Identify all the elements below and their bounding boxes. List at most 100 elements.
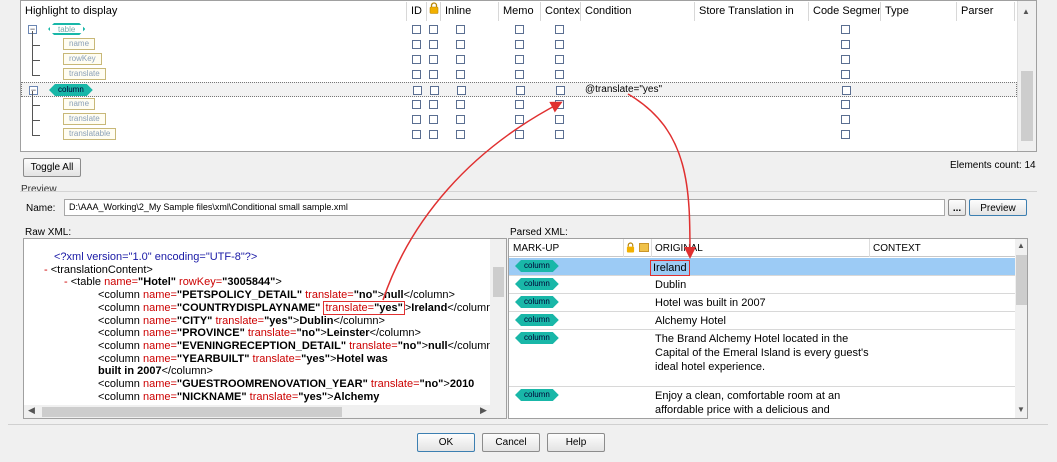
inline-checkbox[interactable] (456, 130, 465, 139)
context-checkbox[interactable] (555, 115, 564, 124)
code-segment-checkbox[interactable] (842, 86, 851, 95)
grid-row[interactable]: translatable (21, 121, 1017, 142)
grid-row[interactable]: − table (21, 22, 1017, 37)
scroll-left-arrow-icon[interactable]: ◀ (28, 405, 35, 416)
inline-checkbox[interactable] (456, 55, 465, 64)
id-checkbox[interactable] (412, 70, 421, 79)
column-header-memo[interactable]: Memo (499, 2, 541, 21)
help-button[interactable]: Help (547, 433, 605, 452)
column-header-condition[interactable]: Condition (581, 2, 695, 21)
grid-row[interactable]: name (21, 31, 1017, 52)
scroll-up-arrow-icon[interactable]: ▲ (1017, 241, 1025, 250)
cancel-button[interactable]: Cancel (482, 433, 540, 452)
parsed-row[interactable]: column The Brand Alchemy Hotel located in… (509, 330, 1015, 387)
raw-xml-hscroll-thumb[interactable] (42, 407, 342, 417)
code-segment-checkbox[interactable] (841, 115, 850, 124)
column-header-context[interactable]: Context (541, 2, 581, 21)
collapse-toggle-icon[interactable]: − (29, 86, 38, 95)
column-header-code-segment[interactable]: Code Segment (809, 2, 881, 21)
grid-scrollbar[interactable]: ▲ (1017, 1, 1036, 151)
raw-xml-panel[interactable]: <?xml version="1.0" encoding="UTF-8"?> - … (23, 238, 507, 419)
lock-checkbox[interactable] (429, 100, 438, 109)
lock-checkbox[interactable] (429, 70, 438, 79)
column-header-parser[interactable]: Parser (957, 2, 1015, 21)
parsed-row[interactable]: column Alchemy Hotel (509, 312, 1015, 330)
memo-checkbox[interactable] (515, 130, 524, 139)
code-segment-checkbox[interactable] (841, 55, 850, 64)
memo-checkbox[interactable] (516, 86, 525, 95)
parsed-row[interactable]: column Dublin (509, 276, 1015, 294)
memo-checkbox[interactable] (515, 100, 524, 109)
lock-checkbox[interactable] (429, 40, 438, 49)
column-header-lock[interactable] (427, 2, 441, 21)
column-header-markup[interactable]: MARK-UP (513, 243, 559, 254)
grid-row[interactable]: translate (21, 106, 1017, 127)
context-checkbox[interactable] (556, 86, 565, 95)
raw-xml-vscrollbar[interactable] (490, 239, 506, 405)
condition-cell[interactable]: @translate="yes" (585, 84, 662, 95)
column-header-highlight[interactable]: Highlight to display (21, 2, 407, 21)
memo-checkbox[interactable] (515, 40, 524, 49)
column-header-type[interactable]: Type (881, 2, 957, 21)
grid-row[interactable]: − column @translate="yes" (21, 82, 1017, 97)
code-segment-checkbox[interactable] (841, 25, 850, 34)
column-header-inline[interactable]: Inline (441, 2, 499, 21)
browse-button[interactable]: ... (948, 199, 966, 216)
toggle-all-button[interactable]: Toggle All (23, 158, 81, 177)
id-checkbox[interactable] (412, 115, 421, 124)
parsed-xml-panel[interactable]: MARK-UP ORIGINAL CONTEXT column Ireland co… (508, 238, 1028, 419)
scrollbar-thumb[interactable] (1021, 71, 1033, 141)
scroll-right-arrow-icon[interactable]: ▶ (480, 405, 487, 416)
id-checkbox[interactable] (412, 25, 421, 34)
column-header-store-translation[interactable]: Store Translation in (695, 2, 809, 21)
id-checkbox[interactable] (412, 130, 421, 139)
id-checkbox[interactable] (412, 55, 421, 64)
memo-checkbox[interactable] (515, 25, 524, 34)
lock-checkbox[interactable] (429, 55, 438, 64)
context-checkbox[interactable] (555, 130, 564, 139)
code-segment-checkbox[interactable] (841, 40, 850, 49)
memo-checkbox[interactable] (515, 115, 524, 124)
lock-checkbox[interactable] (429, 25, 438, 34)
lock-checkbox[interactable] (429, 130, 438, 139)
preview-button[interactable]: Preview (969, 199, 1027, 216)
grid-row[interactable]: rowKey (21, 46, 1017, 67)
inline-checkbox[interactable] (457, 86, 466, 95)
code-segment-checkbox[interactable] (841, 130, 850, 139)
context-checkbox[interactable] (555, 100, 564, 109)
memo-checkbox[interactable] (515, 70, 524, 79)
code-segment-checkbox[interactable] (841, 100, 850, 109)
lock-checkbox[interactable] (429, 115, 438, 124)
context-checkbox[interactable] (555, 55, 564, 64)
parsed-xml-scrollbar[interactable]: ▲ ▼ (1015, 239, 1027, 418)
raw-xml-vscroll-thumb[interactable] (493, 267, 504, 297)
scroll-up-arrow-icon[interactable]: ▲ (1022, 7, 1030, 16)
id-checkbox[interactable] (412, 40, 421, 49)
raw-xml-hscrollbar[interactable]: ◀ ▶ (24, 405, 506, 418)
parsed-row[interactable]: column Enjoy a clean, comfortable room at… (509, 387, 1015, 418)
code-segment-checkbox[interactable] (841, 70, 850, 79)
scroll-down-arrow-icon[interactable]: ▼ (1017, 405, 1025, 414)
id-checkbox[interactable] (413, 86, 422, 95)
column-header-id[interactable]: ID (407, 2, 427, 21)
inline-checkbox[interactable] (456, 115, 465, 124)
grid-row[interactable]: translate (21, 61, 1017, 82)
parsed-row[interactable]: column Ireland (509, 258, 1015, 276)
context-checkbox[interactable] (555, 70, 564, 79)
context-checkbox[interactable] (555, 40, 564, 49)
parsed-row[interactable]: column Hotel was built in 2007 (509, 294, 1015, 312)
ok-button[interactable]: OK (417, 433, 475, 452)
inline-checkbox[interactable] (456, 25, 465, 34)
context-checkbox[interactable] (555, 25, 564, 34)
lock-checkbox[interactable] (430, 86, 439, 95)
parsed-scroll-thumb[interactable] (1016, 255, 1027, 305)
id-checkbox[interactable] (412, 100, 421, 109)
inline-checkbox[interactable] (456, 70, 465, 79)
file-path-field[interactable]: D:\AAA_Working\2_My Sample files\xml\Con… (64, 199, 945, 216)
grid-row[interactable]: name (21, 91, 1017, 112)
inline-checkbox[interactable] (456, 40, 465, 49)
memo-checkbox[interactable] (515, 55, 524, 64)
column-header-original[interactable]: ORIGINAL (655, 243, 703, 254)
column-header-context[interactable]: CONTEXT (873, 243, 921, 254)
inline-checkbox[interactable] (456, 100, 465, 109)
